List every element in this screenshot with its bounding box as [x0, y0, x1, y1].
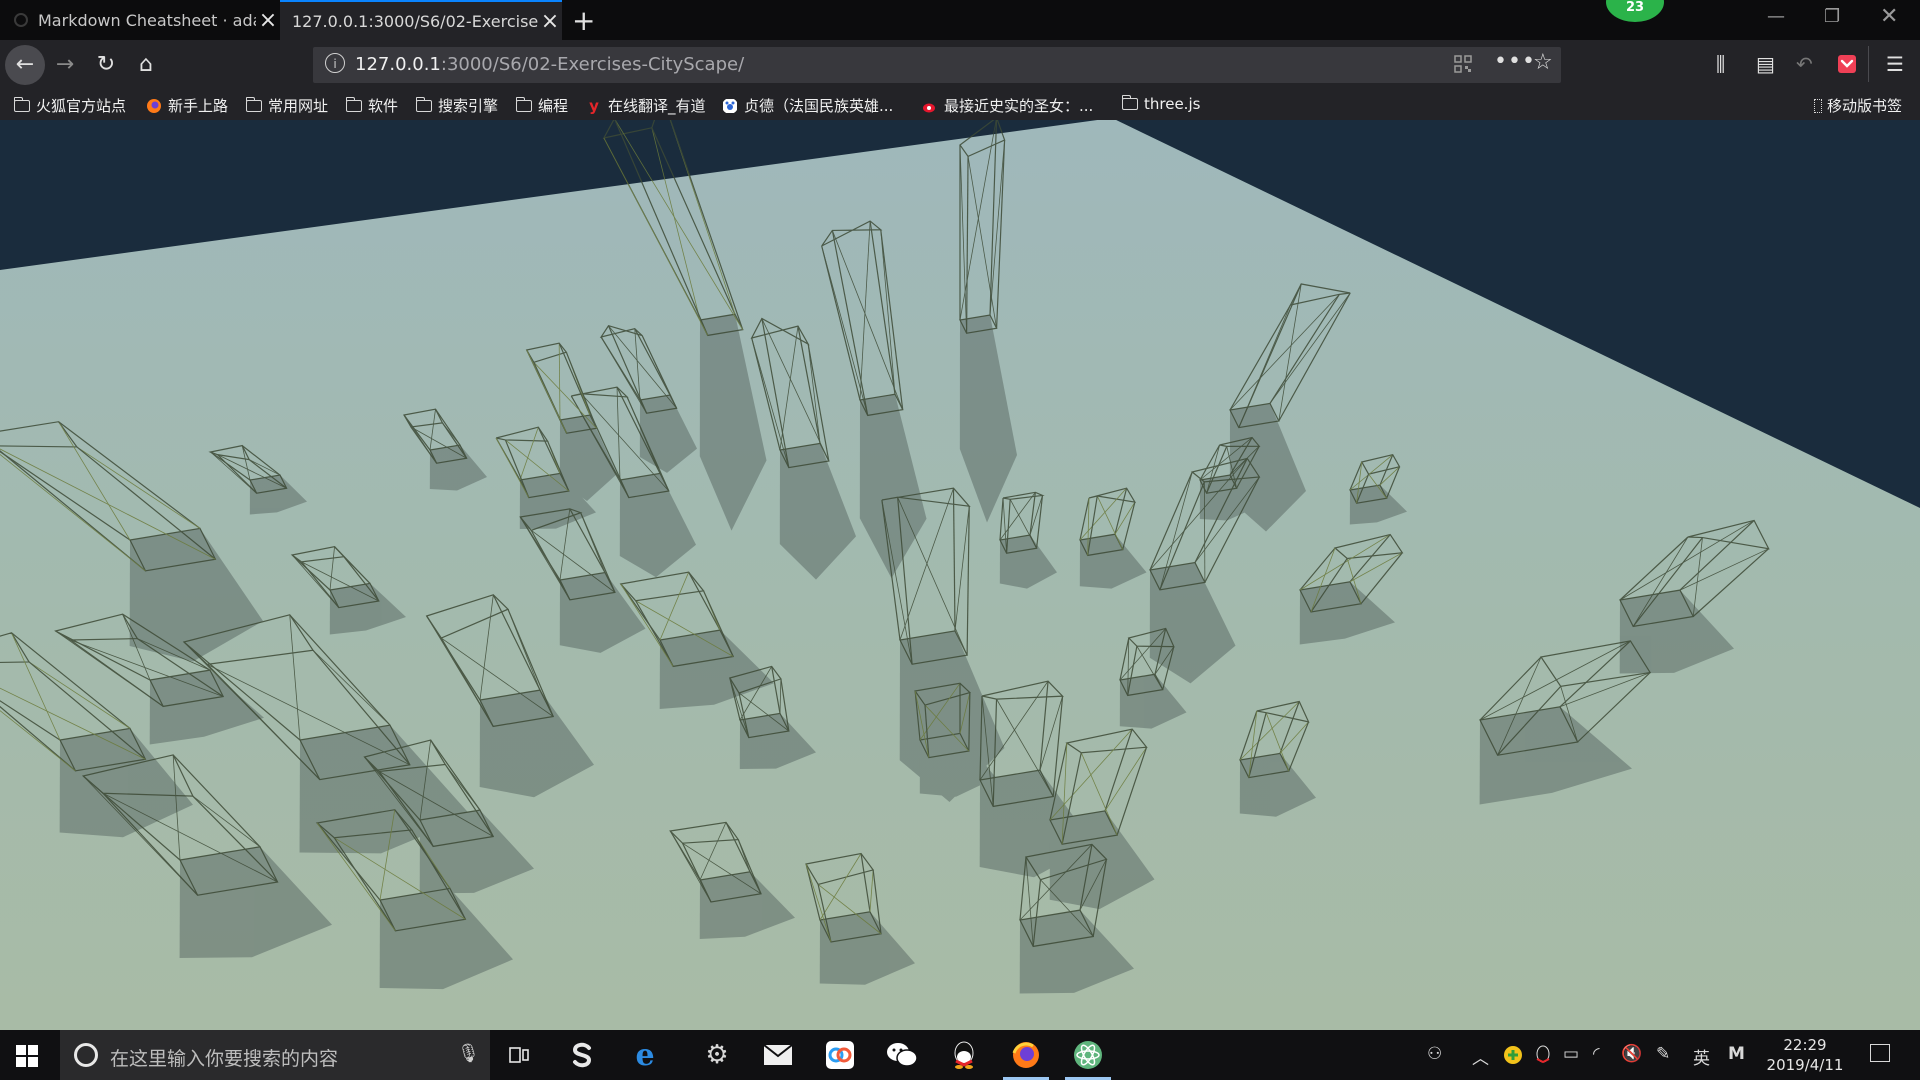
bookmark-label: three.js	[1144, 95, 1201, 113]
tab-markdown-cheatsheet[interactable]: Markdown Cheatsheet · ada ×	[0, 0, 280, 40]
bookmarks-toolbar: 火狐官方站点 新手上路 常用网址 软件 搜索引擎 编程 y 在线翻译_有道 贞德…	[0, 90, 1920, 121]
qq-tray-icon[interactable]	[1534, 1045, 1552, 1065]
taskbar-search-box[interactable]: 在这里输入你要搜索的内容 🎙	[60, 1030, 490, 1080]
bookmark-folder[interactable]: 搜索引擎	[415, 95, 499, 116]
ime-mode-indicator[interactable]: M	[1728, 1044, 1745, 1064]
baidu-netdisk-icon[interactable]	[821, 1036, 859, 1074]
battery-icon[interactable]: ▭	[1563, 1044, 1579, 1064]
mail-icon[interactable]	[759, 1036, 797, 1074]
baidu-icon	[723, 98, 737, 113]
pocket-icon[interactable]	[1837, 54, 1857, 74]
folder-icon	[245, 96, 262, 112]
reload-button[interactable]: ↻	[86, 45, 126, 85]
weibo-icon	[923, 103, 935, 112]
clock-date: 2019/4/11	[1766, 1056, 1844, 1074]
close-tab-icon[interactable]: ×	[538, 9, 562, 34]
new-tab-button[interactable]: +	[572, 4, 595, 37]
sogou-icon[interactable]	[563, 1036, 601, 1074]
bookmark-star-icon[interactable]: ☆	[1533, 50, 1553, 75]
qr-code-icon[interactable]	[1454, 55, 1472, 73]
folder-icon	[415, 96, 432, 112]
bookmark-label: 搜索引擎	[438, 97, 499, 115]
close-window-button[interactable]: ✕	[1880, 4, 1898, 29]
folder-icon	[515, 96, 532, 112]
bookmark-folder[interactable]: 编程	[515, 95, 569, 116]
bookmark-link[interactable]: 最接近史实的圣女：...	[922, 95, 1093, 116]
bookmark-label: 软件	[368, 97, 399, 115]
bookmark-label: 编程	[538, 97, 569, 115]
bookmark-label: 火狐官方站点	[36, 97, 127, 115]
bookmark-label: 贞德（法国民族英雄...	[744, 97, 894, 115]
bookmark-folder[interactable]: three.js	[1121, 95, 1201, 113]
bookmark-label: 新手上路	[168, 97, 229, 115]
show-hidden-icons-chevron-icon[interactable]: ︿	[1472, 1044, 1489, 1069]
people-icon[interactable]: ⚇	[1427, 1044, 1442, 1064]
site-info-icon[interactable]: i	[325, 53, 345, 73]
library-icon[interactable]: ⫼	[1716, 52, 1725, 76]
home-button[interactable]: ⌂	[126, 45, 166, 85]
webgl-canvas[interactable]	[0, 120, 1920, 1030]
firefox-icon	[147, 98, 161, 113]
minimize-window-button[interactable]: —	[1767, 6, 1785, 27]
volume-muted-icon[interactable]: 🔇	[1621, 1044, 1642, 1064]
atom-editor-icon[interactable]	[1069, 1036, 1107, 1074]
toolbar-divider	[1868, 46, 1869, 82]
undo-icon[interactable]: ↶	[1796, 52, 1813, 76]
navigation-toolbar: ← → ↻ ⌂ i 127.0.0.1:3000/S6/02-Exercises…	[0, 40, 1920, 90]
search-placeholder: 在这里输入你要搜索的内容	[110, 1048, 339, 1070]
task-view-icon[interactable]	[500, 1036, 538, 1074]
back-button[interactable]: ←	[5, 45, 45, 85]
cityscape-scene[interactable]	[0, 120, 1920, 1030]
clock-time: 22:29	[1783, 1036, 1827, 1054]
system-clock[interactable]: 22:29 2019/4/11	[1760, 1035, 1850, 1075]
bookmark-link[interactable]: 新手上路	[146, 95, 228, 116]
tab-title: Markdown Cheatsheet · ada	[38, 10, 256, 30]
bookmark-folder[interactable]: 常用网址	[245, 95, 329, 116]
url-bar[interactable]: i 127.0.0.1:3000/S6/02-Exercises-CitySca…	[313, 47, 1561, 83]
ime-language-indicator[interactable]: 英	[1693, 1044, 1710, 1069]
bookmark-link[interactable]: 贞德（法国民族英雄...	[722, 95, 893, 116]
folder-icon	[13, 96, 30, 112]
folder-icon	[1121, 95, 1138, 110]
windows-taskbar: 在这里输入你要搜索的内容 🎙 e ⚙ ⚇ ︿ ▭ ◜ 🔇 ✎ 英 M 22:29…	[0, 1030, 1920, 1080]
mobile-bookmarks-folder[interactable]: 移动版书签	[1814, 95, 1902, 116]
menu-icon[interactable]: ☰	[1886, 52, 1904, 76]
settings-gear-icon[interactable]: ⚙	[698, 1036, 736, 1074]
url-host: 127.0.0.1	[355, 54, 441, 75]
close-tab-icon[interactable]: ×	[256, 8, 280, 33]
bookmark-label: 移动版书签	[1827, 97, 1903, 115]
internet-explorer-icon[interactable]: e	[626, 1036, 664, 1074]
windows-start-icon[interactable]	[16, 1045, 38, 1067]
sidebar-icon[interactable]: ▤	[1756, 52, 1775, 76]
page-actions-icon[interactable]: •••	[1494, 49, 1536, 74]
bookmark-folder[interactable]: 火狐官方站点	[13, 95, 127, 116]
url-text[interactable]: 127.0.0.1:3000/S6/02-Exercises-CityScape…	[355, 54, 744, 75]
bookmark-label: 在线翻译_有道	[608, 97, 706, 115]
pen-ink-icon[interactable]: ✎	[1656, 1044, 1670, 1064]
forward-button[interactable]: →	[45, 45, 85, 85]
restore-window-button[interactable]: ❐	[1824, 6, 1840, 27]
tab-strip: Markdown Cheatsheet · ada × 127.0.0.1:30…	[0, 0, 1920, 40]
bookmark-link[interactable]: y 在线翻译_有道	[586, 95, 706, 116]
tab-cityscape[interactable]: 127.0.0.1:3000/S6/02-Exercises-C ×	[280, 0, 562, 40]
notification-badge[interactable]: 23	[1606, 0, 1664, 22]
action-center-icon[interactable]	[1870, 1044, 1890, 1062]
mobile-icon	[1814, 98, 1822, 113]
wechat-icon[interactable]	[883, 1036, 921, 1074]
url-path: :3000/S6/02-Exercises-CityScape/	[440, 54, 745, 75]
qq-icon[interactable]	[945, 1036, 983, 1074]
github-icon	[14, 13, 28, 27]
folder-icon	[345, 96, 362, 112]
wifi-icon[interactable]: ◜	[1593, 1044, 1600, 1064]
youdao-icon: y	[589, 96, 599, 115]
tab-title: 127.0.0.1:3000/S6/02-Exercises-C	[292, 11, 538, 31]
firefox-icon[interactable]	[1007, 1036, 1045, 1074]
cortana-icon[interactable]	[74, 1043, 98, 1067]
bookmark-folder[interactable]: 软件	[345, 95, 399, 116]
bookmark-label: 常用网址	[268, 97, 329, 115]
microphone-icon[interactable]: 🎙	[457, 1043, 480, 1064]
bookmark-label: 最接近史实的圣女：...	[944, 97, 1094, 115]
security-shield-icon[interactable]	[1503, 1045, 1523, 1065]
